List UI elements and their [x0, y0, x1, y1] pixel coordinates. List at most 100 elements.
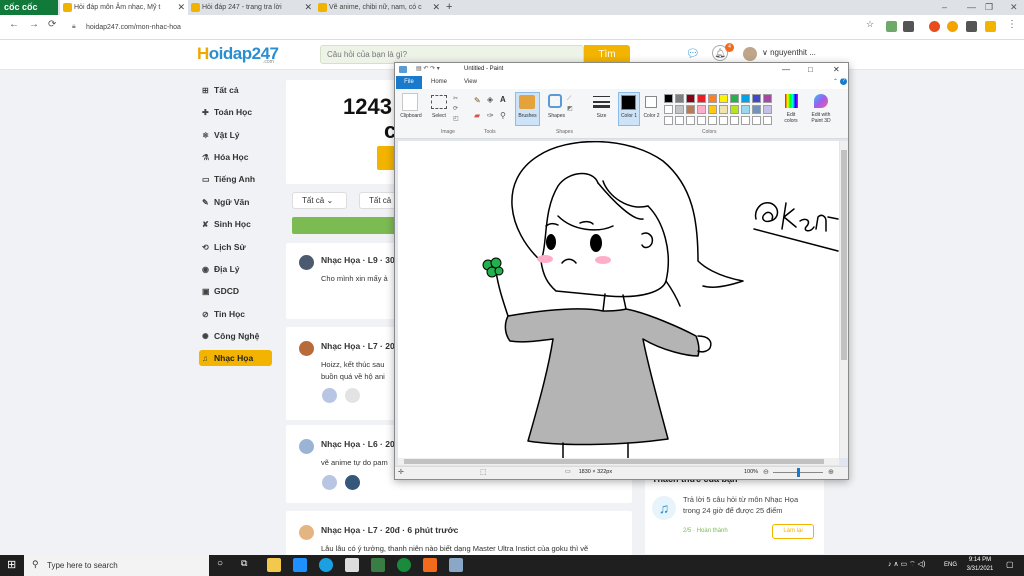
help-icon[interactable]: ?: [840, 78, 847, 85]
attachment-thumbnail[interactable]: [345, 475, 360, 490]
sidebar-item-tat-ca[interactable]: ⊞ Tất cả: [199, 82, 272, 98]
color2-label[interactable]: Color 2: [641, 113, 662, 119]
filter-dropdown[interactable]: Tất cả ⌄: [292, 192, 347, 209]
magnifier-icon[interactable]: ⚲: [500, 111, 506, 120]
extension-icon[interactable]: [985, 21, 996, 32]
palette-swatch[interactable]: [730, 94, 739, 103]
quick-access-toolbar[interactable]: ▤ ↶ ↷ ▾: [416, 63, 440, 76]
clock[interactable]: 9:14 PM 3/31/2021: [960, 556, 1000, 574]
extension-icon[interactable]: [947, 21, 958, 32]
paste-icon[interactable]: [402, 93, 418, 111]
palette-swatch[interactable]: [708, 105, 717, 114]
color-palette[interactable]: [664, 94, 782, 128]
avatar[interactable]: [299, 341, 314, 356]
palette-swatch[interactable]: [686, 94, 695, 103]
avatar[interactable]: [299, 255, 314, 270]
sidebar-item-toan-hoc[interactable]: ✚ Toán Học: [199, 104, 272, 120]
palette-swatch[interactable]: [719, 105, 728, 114]
palette-swatch-empty[interactable]: [708, 116, 717, 125]
avatar[interactable]: [743, 47, 757, 61]
text-icon[interactable]: A: [500, 95, 506, 104]
size-label[interactable]: Size: [591, 113, 612, 119]
palette-swatch-empty[interactable]: [697, 116, 706, 125]
palette-swatch[interactable]: [752, 94, 761, 103]
palette-swatch[interactable]: [708, 94, 717, 103]
paint-minimize-button[interactable]: —: [782, 63, 790, 76]
palette-swatch-empty[interactable]: [664, 116, 673, 125]
download-icon[interactable]: [903, 21, 914, 32]
palette-swatch[interactable]: [697, 105, 706, 114]
sidebar-item-hoa-hoc[interactable]: ⚗ Hóa Học: [199, 149, 272, 165]
question-text[interactable]: Cho mình xin mấy ả: [321, 274, 388, 283]
taskbar-search-input[interactable]: Type here to search: [24, 555, 209, 576]
browser-brand[interactable]: cốc cốc: [0, 0, 58, 15]
cortana-icon[interactable]: ○: [217, 558, 223, 569]
palette-swatch-empty[interactable]: [686, 116, 695, 125]
sidebar-item-tin-hoc[interactable]: ⊘ Tin Học: [199, 306, 272, 322]
question-text[interactable]: Hoizz, kết thúc sau: [321, 360, 384, 369]
notifications-icon[interactable]: ▢: [1006, 560, 1014, 569]
palette-swatch[interactable]: [730, 105, 739, 114]
close-icon[interactable]: ✕: [304, 0, 312, 15]
edit-colors-icon[interactable]: [785, 94, 798, 108]
coccoc-taskbar-icon[interactable]: [397, 558, 411, 572]
app-icon[interactable]: [371, 558, 385, 572]
color-picker-icon[interactable]: ✑: [487, 111, 494, 120]
palette-swatch[interactable]: [719, 94, 728, 103]
paint-titlebar[interactable]: [395, 63, 848, 76]
palette-swatch[interactable]: [752, 105, 761, 114]
shapes-label[interactable]: Shapes: [543, 113, 570, 119]
sidebar-item-gdcd[interactable]: ▣ GDCD: [199, 283, 272, 299]
forward-icon[interactable]: →: [29, 19, 39, 30]
close-window-button[interactable]: ✕: [1010, 0, 1018, 15]
menu-icon[interactable]: ⋮: [1007, 19, 1017, 30]
attachment-thumbnail[interactable]: [322, 475, 337, 490]
ribbon-collapse-icon[interactable]: ⌃: [833, 78, 838, 85]
palette-swatch[interactable]: [741, 94, 750, 103]
edge-icon[interactable]: [319, 558, 333, 572]
puzzle-icon[interactable]: [966, 21, 977, 32]
maximize-window-button[interactable]: ❐: [985, 0, 993, 15]
palette-swatch[interactable]: [763, 105, 772, 114]
store-icon[interactable]: [345, 558, 359, 572]
paint-home-tab[interactable]: Home: [431, 76, 447, 89]
pencil-icon[interactable]: ✎: [474, 95, 481, 107]
reload-icon[interactable]: ⟳: [48, 19, 56, 30]
minimize-icon[interactable]: –: [942, 0, 947, 15]
question-text[interactable]: Lâu lâu có ý tưởng, thanh niên nào biết …: [321, 544, 588, 553]
sidebar-item-lich-su[interactable]: ⟲ Lịch Sử: [199, 239, 272, 255]
palette-swatch[interactable]: [664, 94, 673, 103]
url-field[interactable]: hoidap247.com/mon-nhac-hoa: [86, 20, 181, 35]
avatar[interactable]: [299, 525, 314, 540]
sidebar-item-cong-nghe[interactable]: ✺ Công Nghệ: [199, 328, 272, 344]
paint-maximize-button[interactable]: □: [808, 63, 813, 76]
close-icon[interactable]: ✕: [177, 0, 185, 15]
palette-swatch-empty[interactable]: [719, 116, 728, 125]
zoom-out-icon[interactable]: ⊖: [763, 468, 769, 476]
browser-tab-3[interactable]: Vẽ anime, chibi nữ, nam, có c ✕: [315, 0, 443, 15]
back-icon[interactable]: ←: [9, 19, 19, 30]
filter-dropdown-2[interactable]: Tất cả: [359, 192, 399, 209]
browser-tab-1[interactable]: Hỏi đáp môn Âm nhạc, Mỹ t ✕: [60, 0, 188, 15]
avatar[interactable]: [299, 439, 314, 454]
windows-start-icon[interactable]: ⊞: [7, 559, 16, 572]
palette-swatch-empty[interactable]: [763, 116, 772, 125]
palette-swatch[interactable]: [675, 105, 684, 114]
paint-file-tab[interactable]: File: [396, 76, 422, 89]
attachment-thumbnail[interactable]: [345, 388, 360, 403]
language-indicator[interactable]: ENG: [944, 562, 957, 568]
horizontal-scroll-thumb[interactable]: [404, 459, 824, 464]
extension-icon[interactable]: [929, 21, 940, 32]
sidebar-item-ngu-van[interactable]: ✎ Ngữ Văn: [199, 194, 272, 210]
palette-swatch-empty[interactable]: [675, 116, 684, 125]
chat-icon[interactable]: 💬︎: [686, 47, 700, 60]
palette-swatch-empty[interactable]: [752, 116, 761, 125]
shapes-icon[interactable]: [548, 94, 562, 108]
palette-swatch[interactable]: [675, 94, 684, 103]
palette-swatch[interactable]: [763, 94, 772, 103]
outline-fill-icons[interactable]: ⟋ ◩: [567, 94, 573, 114]
select-label[interactable]: Select: [428, 113, 450, 119]
palette-swatch[interactable]: [697, 94, 706, 103]
image-tools-icons[interactable]: ✂ ⟳ ◰: [453, 94, 459, 124]
star-icon[interactable]: ☆: [866, 19, 874, 30]
